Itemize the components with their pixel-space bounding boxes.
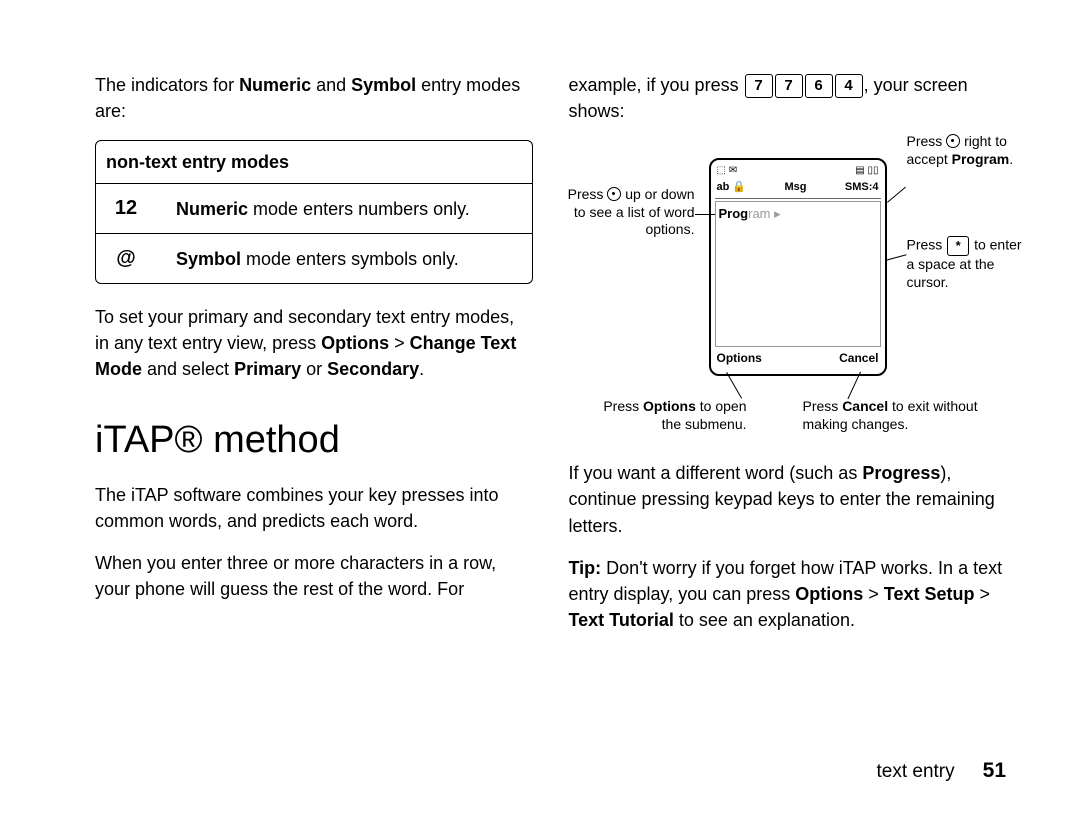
page: The indicators for Numeric and Symbol en… — [0, 0, 1080, 834]
nav-icon — [607, 187, 621, 201]
leader-line — [695, 214, 715, 215]
phone-figure: ⬚ ✉ ▤ ▯▯ ab 🔒 Msg SMS:4 Program ▸ — [569, 140, 1007, 440]
symbol-icon: @ — [106, 244, 146, 273]
text: The indicators for — [95, 75, 239, 95]
annot-space: Press * to enter a space at the cursor. — [907, 236, 1027, 291]
mode-indicator: ab 🔒 — [717, 180, 747, 198]
leader-line — [847, 372, 861, 400]
section-name: text entry — [876, 758, 954, 786]
row-desc: Numeric mode enters numbers only. — [176, 196, 522, 222]
two-column-layout: The indicators for Numeric and Symbol en… — [95, 72, 1006, 649]
predicted-word: Program ▸ — [719, 206, 781, 221]
counter: SMS:4 — [845, 180, 879, 198]
row-desc: Symbol mode enters symbols only. — [176, 246, 522, 272]
table-row: @ Symbol mode enters symbols only. — [96, 234, 532, 283]
softkey-cancel: Cancel — [839, 350, 878, 367]
key-6: 6 — [805, 74, 833, 98]
key-7: 7 — [745, 74, 773, 98]
phone-screen: ⬚ ✉ ▤ ▯▯ ab 🔒 Msg SMS:4 Program ▸ — [709, 158, 887, 376]
annot-accept: Press right to accept Program. — [907, 132, 1017, 168]
itap-heading: iTAP® method — [95, 413, 533, 468]
numeric-icon: 12 — [106, 194, 146, 223]
example-intro: example, if you press 7764, your screen … — [569, 72, 1007, 124]
nav-icon — [946, 134, 960, 148]
tip-label: Tip: — [569, 558, 602, 578]
annot-options: Press Options to open the submenu. — [597, 398, 747, 433]
text-area: Program ▸ — [715, 201, 881, 347]
annot-cancel: Press Cancel to exit without making chan… — [803, 398, 1008, 433]
key-star: * — [947, 236, 969, 256]
status-bar: ⬚ ✉ ▤ ▯▯ — [715, 164, 881, 180]
numeric-label: Numeric — [239, 75, 311, 95]
leader-line — [726, 372, 742, 398]
set-modes-instruction: To set your primary and secondary text e… — [95, 304, 533, 382]
status-icons-right: ▤ ▯▯ — [855, 164, 878, 180]
itap-desc-2: When you enter three or more characters … — [95, 550, 533, 602]
softkey-options: Options — [717, 350, 762, 367]
leader-line — [885, 255, 907, 262]
non-text-modes-table: non-text entry modes 12 Numeric mode ent… — [95, 140, 533, 284]
softkeys: Options Cancel — [715, 347, 881, 367]
itap-desc-1: The iTAP software combines your key pres… — [95, 482, 533, 534]
text: and — [311, 75, 351, 95]
annot-word-options: Press up or down to see a list of word o… — [565, 185, 695, 239]
key-7: 7 — [775, 74, 803, 98]
page-footer: text entry 51 — [876, 756, 1006, 786]
table-header: non-text entry modes — [96, 141, 532, 184]
leader-line — [887, 187, 906, 203]
screen-title: Msg — [784, 180, 806, 198]
right-column: example, if you press 7764, your screen … — [569, 72, 1007, 649]
left-column: The indicators for Numeric and Symbol en… — [95, 72, 533, 649]
table-row: 12 Numeric mode enters numbers only. — [96, 184, 532, 234]
different-word-paragraph: If you want a different word (such as Pr… — [569, 460, 1007, 538]
title-bar: ab 🔒 Msg SMS:4 — [715, 180, 881, 199]
indicators-intro: The indicators for Numeric and Symbol en… — [95, 72, 533, 124]
status-icons-left: ⬚ ✉ — [717, 164, 738, 180]
tip-paragraph: Tip: Don't worry if you forget how iTAP … — [569, 555, 1007, 633]
page-number: 51 — [983, 756, 1006, 786]
key-4: 4 — [835, 74, 863, 98]
symbol-label: Symbol — [351, 75, 416, 95]
